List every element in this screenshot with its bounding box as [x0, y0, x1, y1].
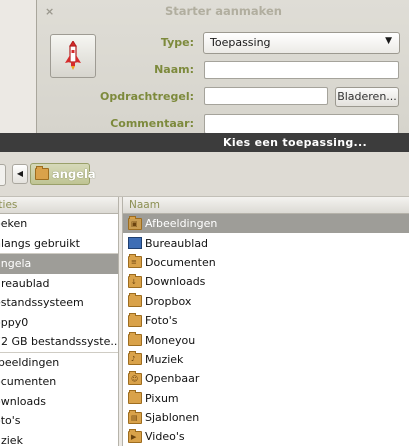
browse-button[interactable]: Bladeren...: [335, 87, 399, 107]
desktop-icon: [128, 237, 142, 250]
folder-download-icon: ↓: [128, 273, 142, 288]
folder-pictures-icon: ▣: [128, 215, 142, 230]
file-name: Sjablonen: [145, 411, 200, 425]
folder-templates-icon: ▤: [128, 409, 142, 424]
file-row[interactable]: ↓ Downloads: [123, 272, 409, 291]
sidebar-place-item[interactable]: oppy0: [0, 313, 118, 333]
file-name: Video's: [145, 430, 185, 444]
sidebar-place-item[interactable]: ownloads: [0, 392, 118, 412]
file-name: Bureaublad: [145, 236, 209, 250]
comment-label: Commentaar:: [110, 117, 194, 130]
file-name: Moneyou: [145, 333, 196, 347]
name-field[interactable]: [204, 61, 399, 79]
type-value: Toepassing: [210, 36, 271, 49]
file-row[interactable]: ▤ Sjablonen: [123, 408, 409, 427]
folder-videos-icon: ▶: [128, 428, 142, 443]
sidebar-place-item[interactable]: ocumenten: [0, 372, 118, 392]
chooser-title: Kies een toepassing...: [223, 136, 367, 149]
file-list[interactable]: Naam ▣ Afbeeldingen Bureaublad ≡ Documenten ↓…: [122, 197, 409, 446]
command-field[interactable]: [204, 87, 328, 105]
file-name: Openbaar: [145, 372, 200, 386]
breadcrumb-label: angela: [52, 167, 96, 181]
files-header-name[interactable]: Naam: [123, 197, 409, 214]
file-row[interactable]: ▶ Video's: [123, 427, 409, 446]
sidebar-place-item[interactable]: angela: [0, 254, 118, 274]
sidebar-place-item[interactable]: oto's: [0, 411, 118, 431]
sidebar-place-item[interactable]: estandssysteem: [0, 293, 118, 313]
toggle-location-button[interactable]: [0, 164, 6, 186]
file-row[interactable]: ♪ Muziek: [123, 350, 409, 369]
dialog-title: Starter aanmaken: [165, 4, 282, 18]
sidebar-place-item[interactable]: nlangs gebruikt: [0, 234, 118, 254]
type-combobox[interactable]: Toepassing ▼: [203, 32, 400, 54]
places-header: aties: [0, 197, 118, 214]
back-arrow-icon[interactable]: ◀: [12, 164, 28, 184]
sidebar-place-item[interactable]: ureaublad: [0, 274, 118, 294]
file-row[interactable]: ≡ Documenten: [123, 253, 409, 272]
folder-public-icon: ☺: [128, 370, 142, 385]
file-row[interactable]: Moneyou: [123, 330, 409, 349]
comment-field[interactable]: [204, 114, 399, 134]
folder-icon: [128, 312, 142, 327]
sidebar-place-item[interactable]: fbeeldingen: [0, 353, 118, 373]
folder-icon: [128, 390, 142, 405]
file-name: Afbeeldingen: [145, 217, 218, 231]
folder-icon: [128, 332, 142, 347]
file-row[interactable]: Dropbox: [123, 292, 409, 311]
file-name: Downloads: [145, 275, 206, 289]
folder-icon: [128, 293, 142, 308]
home-folder-icon: [35, 166, 49, 180]
sidebar-place-item[interactable]: uziek: [0, 431, 118, 446]
places-sidebar[interactable]: aties oekennlangs gebruiktangelaureaubla…: [0, 197, 119, 446]
file-row[interactable]: Bureaublad: [123, 233, 409, 252]
launcher-dialog: × Starter aanmaken Type: Toepassing ▼ Na…: [36, 0, 409, 136]
file-name: Dropbox: [145, 294, 192, 308]
file-name: Documenten: [145, 255, 216, 269]
file-row[interactable]: Foto's: [123, 311, 409, 330]
name-label: Naam:: [154, 63, 194, 76]
file-name: Muziek: [145, 352, 184, 366]
command-label: Opdrachtregel:: [100, 90, 194, 103]
chevron-down-icon: ▼: [385, 36, 392, 46]
sidebar-place-item[interactable]: 72 GB bestandssyste...: [0, 332, 118, 352]
file-name: Pixum: [145, 391, 179, 405]
folder-documents-icon: ≡: [128, 254, 142, 269]
file-name: Foto's: [145, 314, 178, 328]
folder-music-icon: ♪: [128, 351, 142, 366]
path-bar: ◀ angela: [0, 152, 409, 197]
sidebar-place-item[interactable]: oeken: [0, 214, 118, 234]
file-row[interactable]: ▣ Afbeeldingen: [123, 214, 409, 234]
type-label: Type:: [160, 36, 194, 49]
file-row[interactable]: Pixum: [123, 389, 409, 408]
breadcrumb-home-button[interactable]: angela: [30, 163, 96, 185]
chooser-titlebar: Kies een toepassing...: [0, 133, 409, 152]
file-row[interactable]: ☺ Openbaar: [123, 369, 409, 388]
